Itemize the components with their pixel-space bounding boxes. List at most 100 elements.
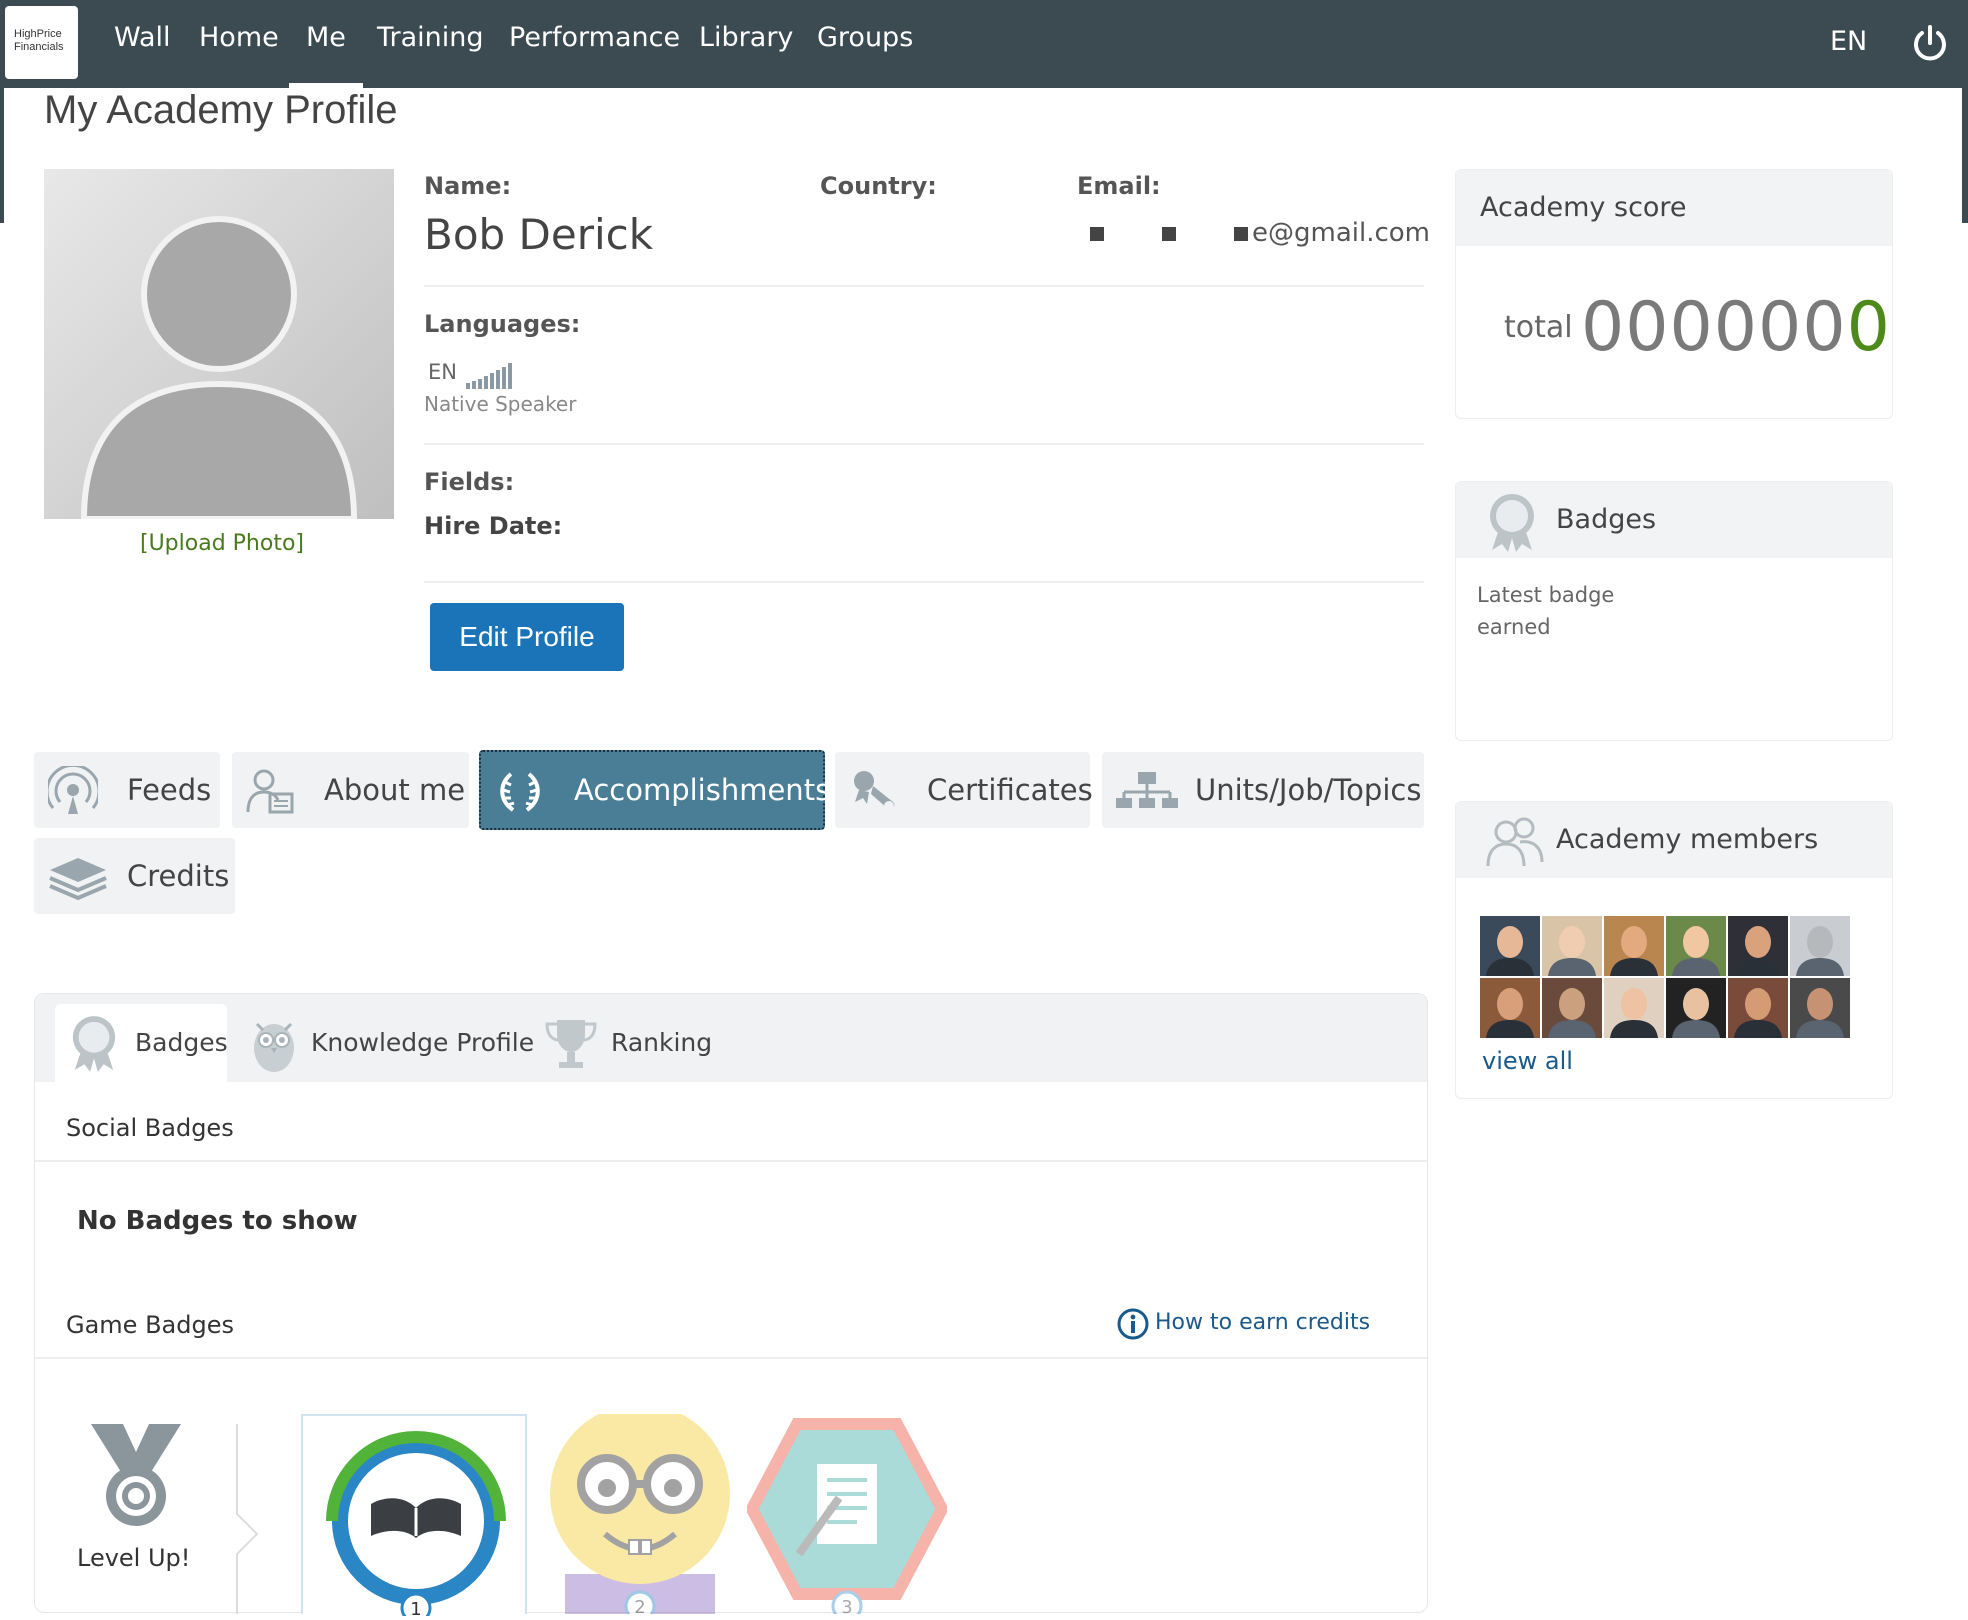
- redacted-block: [1090, 227, 1104, 241]
- logo-text-line1: HighPrice: [14, 28, 62, 40]
- badge-number: 1: [410, 1599, 421, 1616]
- latest-badge-text: Latest badge earned: [1477, 579, 1614, 643]
- divider: [35, 1357, 1427, 1359]
- no-badges-message: No Badges to show: [77, 1206, 358, 1236]
- language-code: EN: [428, 360, 457, 384]
- subtab-badges-label: Badges: [135, 1028, 228, 1057]
- latest-badge-line2: earned: [1477, 615, 1551, 639]
- how-to-earn-credits-label: How to earn credits: [1155, 1310, 1371, 1335]
- academy-members-panel: Academy members view all: [1455, 801, 1893, 1099]
- left-edge-strip: [0, 88, 4, 223]
- member-avatar[interactable]: [1604, 978, 1664, 1038]
- academy-score-title: Academy score: [1456, 170, 1892, 246]
- profile-avatar: [44, 169, 394, 519]
- social-badges-title: Social Badges: [66, 1114, 234, 1142]
- laurel-icon: [500, 772, 540, 812]
- tab-about-me-label: About me: [324, 773, 466, 807]
- how-to-earn-credits-link[interactable]: How to earn credits: [1117, 1308, 1371, 1340]
- tab-credits-label: Credits: [127, 859, 230, 893]
- name-label: Name:: [424, 172, 512, 200]
- divider: [424, 443, 1424, 445]
- member-avatar[interactable]: [1728, 916, 1788, 976]
- tab-about-me[interactable]: About me: [232, 752, 469, 828]
- feeds-icon: [48, 766, 98, 814]
- member-avatar[interactable]: [1666, 978, 1726, 1038]
- trophy-icon: [545, 1020, 597, 1068]
- language-level: Native Speaker: [424, 392, 577, 416]
- divider: [35, 1160, 1427, 1162]
- accomplishments-panel: Badges Knowledge Profile Ranking Social …: [34, 993, 1428, 1620]
- nav-library[interactable]: Library: [699, 22, 793, 88]
- page-title: My Academy Profile: [44, 88, 398, 132]
- member-avatar[interactable]: [1542, 978, 1602, 1038]
- score-total-label: total: [1504, 310, 1573, 345]
- badge-number: 3: [841, 1597, 852, 1614]
- document-pen-icon: 3: [745, 1418, 949, 1620]
- member-avatar[interactable]: [1542, 916, 1602, 976]
- nav-me[interactable]: Me: [289, 22, 363, 88]
- subtab-knowledge-profile-label: Knowledge Profile: [311, 1028, 535, 1057]
- member-avatar[interactable]: [1666, 916, 1726, 976]
- latest-badge-line1: Latest badge: [1477, 583, 1615, 607]
- member-avatar[interactable]: [1480, 916, 1540, 976]
- level-up-label: Level Up!: [77, 1544, 191, 1572]
- score-digits: 000000: [1581, 288, 1847, 367]
- subtab-badges[interactable]: Badges: [55, 1004, 228, 1082]
- tab-credits[interactable]: Credits: [34, 838, 235, 914]
- org-chart-icon: [1116, 772, 1178, 808]
- subtab-knowledge-profile[interactable]: Knowledge Profile: [249, 1004, 549, 1082]
- email-value: e@gmail.com: [1090, 218, 1430, 248]
- redacted-block: [1162, 227, 1176, 241]
- tab-feeds[interactable]: Feeds: [34, 752, 220, 828]
- game-badge-1[interactable]: 1: [301, 1414, 527, 1620]
- logo-text-line2: Financials: [14, 41, 64, 53]
- email-label: Email:: [1077, 172, 1161, 200]
- company-logo[interactable]: HighPrice Financials: [5, 6, 78, 79]
- profile-name: Bob Derick: [424, 210, 654, 259]
- nav-training[interactable]: Training: [377, 22, 484, 88]
- upload-photo-link[interactable]: [Upload Photo]: [140, 531, 304, 556]
- divider: [424, 581, 1424, 583]
- academy-score-panel: Academy score total 0000000: [1455, 169, 1893, 419]
- nerd-face-icon: 2: [550, 1404, 730, 1620]
- member-avatar[interactable]: [1790, 916, 1850, 976]
- game-badge-2[interactable]: 2: [525, 1404, 755, 1620]
- game-badge-3[interactable]: 3: [745, 1414, 949, 1620]
- top-navigation-bar: HighPrice Financials Wall Home Me Traini…: [0, 0, 1968, 88]
- power-icon[interactable]: [1910, 24, 1950, 64]
- redacted-block: [1234, 227, 1248, 241]
- tab-units-job-topics-label: Units/Job/Topics: [1195, 773, 1422, 807]
- member-avatar[interactable]: [1480, 978, 1540, 1038]
- divider: [424, 285, 1424, 287]
- language-level-bars-icon: [466, 363, 512, 389]
- accomplishments-subtabs: Badges Knowledge Profile Ranking: [35, 994, 1427, 1082]
- owl-icon: [254, 1022, 294, 1072]
- language-selector[interactable]: EN: [1830, 26, 1867, 57]
- score-last-digit: 0: [1846, 288, 1891, 367]
- nav-groups[interactable]: Groups: [817, 22, 913, 88]
- subtab-ranking[interactable]: Ranking: [543, 1004, 723, 1082]
- stack-icon: [49, 858, 107, 901]
- member-avatar[interactable]: [1790, 978, 1850, 1038]
- member-avatar[interactable]: [1604, 916, 1664, 976]
- tab-accomplishments[interactable]: Accomplishments: [479, 750, 830, 830]
- view-all-members-link[interactable]: view all: [1482, 1047, 1573, 1075]
- member-avatar[interactable]: [1728, 978, 1788, 1038]
- badge-ribbon-icon: [1490, 494, 1534, 552]
- tab-accomplishments-label: Accomplishments: [574, 773, 831, 807]
- tab-certificates[interactable]: Certificates: [835, 752, 1093, 828]
- country-label: Country:: [820, 172, 937, 200]
- nav-home[interactable]: Home: [199, 22, 279, 88]
- open-book-icon: 1: [326, 1431, 506, 1620]
- nav-wall[interactable]: Wall: [114, 22, 171, 88]
- members-group-icon: [1486, 817, 1544, 867]
- nav-performance[interactable]: Performance: [509, 22, 680, 88]
- tab-units-job-topics[interactable]: Units/Job/Topics: [1102, 752, 1424, 828]
- certificate-icon: [854, 771, 895, 811]
- hire-date-label: Hire Date:: [424, 512, 563, 540]
- avatar-silhouette-icon: [80, 216, 358, 519]
- chevron-divider: [236, 1424, 259, 1614]
- fields-label: Fields:: [424, 468, 515, 496]
- tab-certificates-label: Certificates: [927, 773, 1093, 807]
- edit-profile-button[interactable]: Edit Profile: [430, 603, 624, 671]
